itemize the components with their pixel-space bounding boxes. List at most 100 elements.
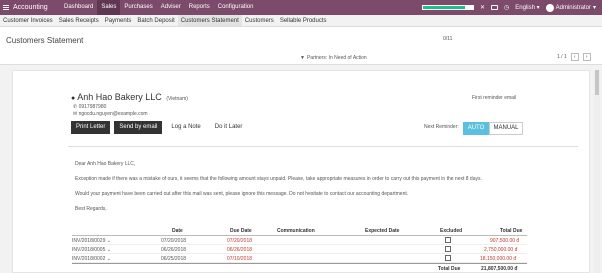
partner-country: (Vietnam) [166,96,188,102]
main-menu: Dashboard Sales Purchases Adviser Report… [60,0,257,15]
subnav-customer-invoices[interactable]: Customer Invoices [0,15,56,26]
table-row: INV/2018/0002 ⌄ 06/25/2018 07/10/2018 18… [72,254,527,263]
partner-phone: ✆ 0917987980 [73,104,106,110]
table-row: INV/2018/0029 ⌄ 07/20/2018 07/20/2018 90… [72,236,527,245]
subnav-batch-deposit[interactable]: Batch Deposit [134,15,177,26]
sub-menu: Customer Invoices Sales Receipts Payment… [0,15,602,27]
chevron-left-icon[interactable]: ‹ [570,53,579,61]
invoice-ref[interactable]: INV/2018/0029 ⌄ [72,238,111,244]
pager: 1 / 1 ‹ › [557,53,591,61]
log-note-button[interactable]: Log a Note [166,121,206,134]
menu-sales[interactable]: Sales [97,0,121,15]
manual-toggle[interactable]: MANUAL [489,122,523,135]
invoice-amount: 18,150,000.00 đ [480,256,517,262]
chevron-right-icon[interactable]: › [582,53,591,61]
subnav-customers[interactable]: Customers [242,15,277,26]
partner-email: ✉ ngocdu.nguyen@example.com [73,111,148,117]
menu-reports[interactable]: Reports [185,0,214,15]
menu-adviser[interactable]: Adviser [157,0,185,15]
apps-grid-icon[interactable] [3,4,9,11]
divider [68,146,578,147]
chevron-down-icon: ⌄ [106,238,111,244]
chat-icon[interactable] [491,5,499,10]
partner-status-dot: ● [71,95,76,102]
col-date: Date [172,228,183,234]
invoice-date: 06/25/2018 [161,256,187,262]
invoice-ref-text: INV/2018/0029 [72,238,106,244]
letter-greeting: Dear Anh Hao Bakery LLC, [75,161,136,167]
menu-dashboard[interactable]: Dashboard [60,0,97,15]
page-title: Customers Statement [6,36,84,45]
table-header: Date Due Date Communication Expected Dat… [72,227,527,236]
phone-icon: ✆ [73,104,78,110]
excluded-checkbox[interactable] [445,246,451,252]
language-label: English [515,5,535,11]
scrollbar-thumb[interactable] [595,70,599,95]
invoice-date: 06/26/2018 [161,247,187,253]
send-email-button[interactable]: Send by email [114,121,163,134]
col-communication: Communication [277,228,315,234]
invoice-due-date: 07/20/2018 [227,238,253,244]
close-icon[interactable]: ✕ [480,4,485,11]
subnav-sellable-products[interactable]: Sellable Products [277,15,330,26]
menu-purchases[interactable]: Purchases [120,0,156,15]
clock-icon[interactable]: ◷ [504,4,509,11]
invoice-ref[interactable]: INV/2018/0002 ⌄ [72,256,111,262]
invoice-due-date: 07/10/2018 [227,256,253,262]
subnav-sales-receipts[interactable]: Sales Receipts [56,15,102,26]
invoice-due-date: 06/26/2018 [227,247,253,253]
total-label: Total Due [438,266,461,272]
letter-regards: Best Regards, [75,206,107,212]
top-navbar: Accounting Dashboard Sales Purchases Adv… [0,0,602,15]
invoice-ref-text: INV/2018/0005 [72,247,106,253]
topbar-right: ✕ ◷ English ▾ Administrator ▾ [421,0,596,15]
action-buttons: Print Letter Send by email Log a Note Do… [71,121,248,134]
user-menu[interactable]: Administrator ▾ [545,3,596,12]
table-row: INV/2018/0005 ⌄ 06/26/2018 06/26/2018 2,… [72,245,527,254]
menu-configuration[interactable]: Configuration [214,0,258,15]
col-expected-date: Expected Date [365,228,400,234]
invoice-amount: 2,750,000.00 đ [484,247,518,253]
pager-value[interactable]: 1 / 1 [557,54,567,60]
print-letter-button[interactable]: Print Letter [71,121,111,134]
total-row: Total Due 21,807,500.00 đ [72,263,527,272]
col-excluded: Excluded [440,228,463,234]
envelope-icon: ✉ [73,111,78,117]
app-switcher[interactable]: Accounting [3,0,57,15]
partner-heading: ● Anh Hao Bakery LLC (Vietnam) [71,92,188,102]
col-total-due: Total Due [500,228,523,234]
onboarding-progress-bar[interactable] [421,5,474,10]
invoice-ref[interactable]: INV/2018/0005 ⌄ [72,247,111,253]
language-selector[interactable]: English ▾ [515,4,539,11]
total-value: 21,807,500.00 đ [481,266,518,272]
subnav-payments[interactable]: Payments [102,15,135,26]
next-reminder-label: Next Reminder: [424,124,459,130]
reminder-level: First reminder email [472,95,517,101]
progress-counter: 0/11 [443,36,453,42]
invoice-ref-text: INV/2018/0002 [72,256,106,262]
subnav-customers-statement[interactable]: Customers Statement [177,15,242,26]
user-name: Administrator [555,4,591,11]
avatar [545,3,554,12]
app-name: Accounting [13,4,48,11]
chevron-down-icon: ⌄ [106,247,111,253]
invoice-amount: 907,500.00 đ [490,238,520,244]
invoice-date: 07/20/2018 [161,238,187,244]
excluded-checkbox[interactable] [445,237,451,243]
chevron-down-icon: ⌄ [106,256,111,262]
filter-label: Partners: In Need of Action [306,55,367,61]
col-due-date: Due Date [230,228,252,234]
excluded-checkbox[interactable] [445,255,451,261]
email-value[interactable]: ngocdu.nguyen@example.com [79,111,148,117]
vertical-scrollbar[interactable] [594,70,600,273]
progress-fill [422,6,466,9]
filter-icon: ▼ [300,55,305,61]
letter-body-2: Would your payment have been carried out… [75,191,409,197]
partner-name[interactable]: Anh Hao Bakery LLC [77,92,162,102]
do-it-later-button[interactable]: Do it Later [209,121,248,134]
filter-dropdown[interactable]: ▼ Partners: In Need of Action [300,55,367,61]
phone-value[interactable]: 0917987980 [79,104,107,110]
letter-body-1: Exception made if there was a mistake of… [75,176,482,182]
control-panel: Customers Statement 0/11 ▼ Partners: In … [0,27,602,65]
auto-toggle[interactable]: AUTO [463,122,489,135]
